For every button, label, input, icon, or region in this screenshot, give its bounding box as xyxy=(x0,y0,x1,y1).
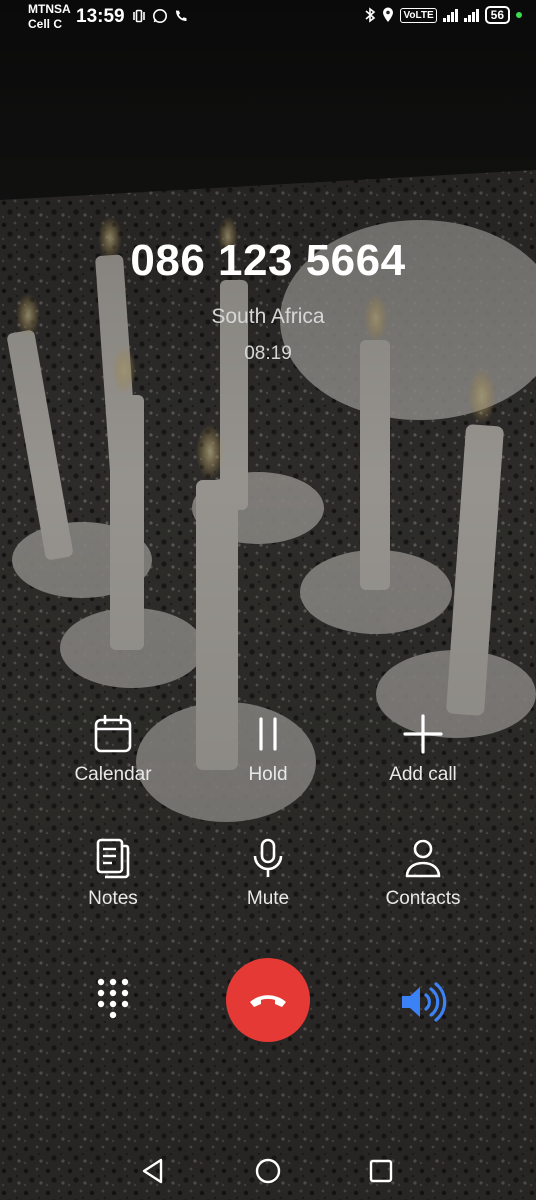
recents-icon[interactable] xyxy=(366,1156,396,1186)
carrier-2: Cell C xyxy=(28,17,63,31)
end-call-button[interactable] xyxy=(226,958,310,1042)
contacts-label: Contacts xyxy=(385,888,461,909)
dialpad-icon[interactable] xyxy=(91,976,135,1024)
add-call-label: Add call xyxy=(389,764,457,785)
home-icon[interactable] xyxy=(253,1156,283,1186)
notes-icon xyxy=(96,838,130,879)
status-bar: MTNSA Cell C 13:59 VoLTE 56 xyxy=(0,0,536,36)
hold-label: Hold xyxy=(248,764,288,785)
system-icons: VoLTE 56 xyxy=(364,6,522,24)
mute-button[interactable]: Mute xyxy=(193,836,343,910)
notes-label: Notes xyxy=(88,888,138,909)
add-call-button[interactable]: Add call xyxy=(348,712,498,786)
calendar-label: Calendar xyxy=(74,764,152,785)
person-icon xyxy=(405,839,441,878)
location-icon xyxy=(383,7,394,22)
bluetooth-icon xyxy=(365,7,376,23)
notification-icons xyxy=(131,8,189,24)
signal-2-icon xyxy=(463,8,479,22)
calendar-button[interactable]: Calendar xyxy=(38,712,188,786)
status-time: 13:59 xyxy=(76,6,125,27)
notes-button[interactable]: Notes xyxy=(38,836,188,910)
caller-location: South Africa xyxy=(211,305,325,328)
vibrate-icon xyxy=(133,9,145,23)
plus-icon xyxy=(403,714,443,754)
pause-icon xyxy=(259,717,277,751)
hold-button[interactable]: Hold xyxy=(193,712,343,786)
speaker-icon[interactable] xyxy=(398,982,448,1022)
calendar-icon xyxy=(94,714,132,753)
hang-up-icon xyxy=(250,995,286,1007)
call-duration: 08:19 xyxy=(244,343,292,364)
mute-label: Mute xyxy=(246,888,290,909)
whatsapp-icon xyxy=(153,9,167,23)
battery-indicator: 56 xyxy=(484,6,510,24)
carrier-1: MTNSA xyxy=(28,2,71,16)
volte-badge: VoLTE xyxy=(400,7,437,23)
signal-1-icon xyxy=(442,8,458,22)
back-icon[interactable] xyxy=(138,1156,168,1186)
contacts-button[interactable]: Contacts xyxy=(348,836,498,910)
call-active-icon xyxy=(176,10,187,21)
caller-number: 086 123 5664 xyxy=(130,236,406,285)
carrier-labels: MTNSA Cell C xyxy=(28,2,71,32)
microphone-icon xyxy=(253,838,283,877)
privacy-dot-icon xyxy=(516,12,522,18)
